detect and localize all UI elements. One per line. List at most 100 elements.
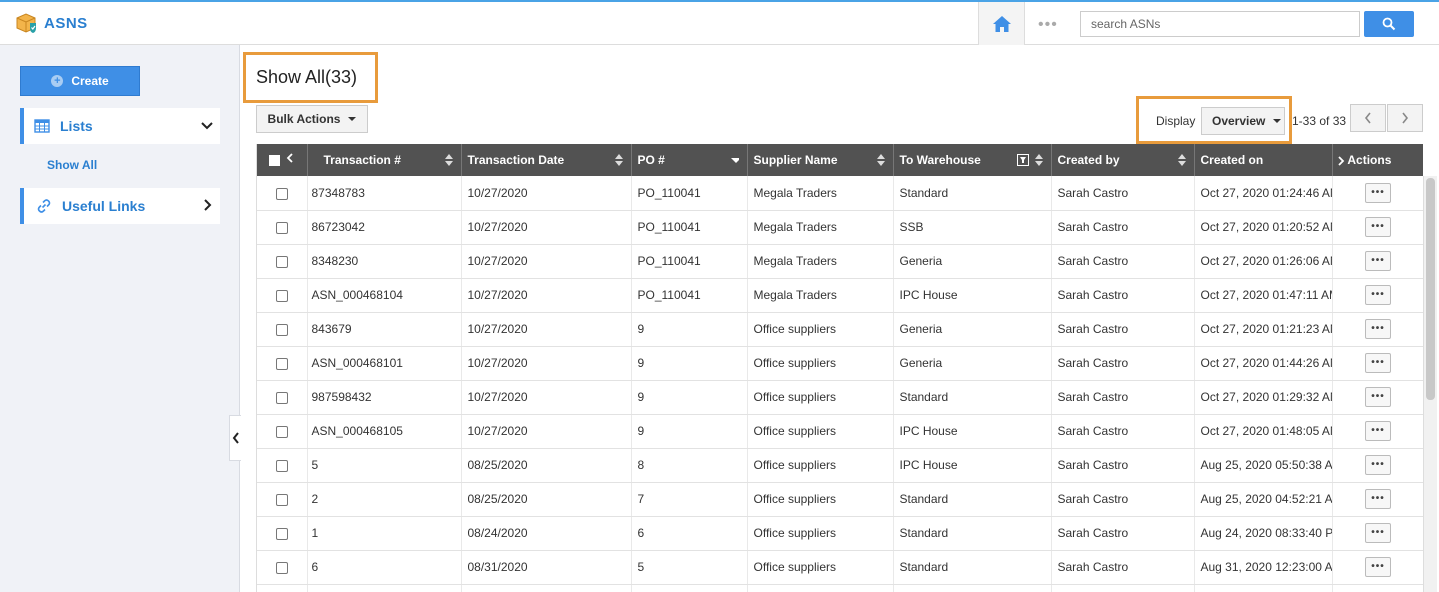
sidebar-item-lists[interactable]: Lists	[20, 108, 220, 144]
bulk-actions-button[interactable]: Bulk Actions	[256, 105, 368, 133]
row-actions-button[interactable]: •••	[1365, 217, 1391, 237]
to-warehouse-cell: Generia	[893, 312, 1052, 347]
row-actions-button[interactable]: •••	[1365, 557, 1391, 577]
create-label: Create	[71, 74, 109, 88]
row-actions-button[interactable]: •••	[1365, 421, 1391, 441]
app-title: ASNS	[44, 14, 88, 32]
to-warehouse-cell: Standard	[893, 176, 1052, 211]
transaction-date-cell: 10/27/2020	[461, 176, 632, 211]
to-warehouse-cell: SSB	[893, 210, 1052, 245]
row-actions-button[interactable]: •••	[1365, 455, 1391, 475]
transaction-number-cell	[307, 584, 462, 592]
row-actions-button[interactable]: •••	[1365, 523, 1391, 543]
row-checkbox[interactable]	[275, 493, 288, 506]
to-warehouse-cell: Standard	[893, 516, 1052, 551]
app-logo[interactable]: ASNS	[14, 11, 88, 35]
created-by-cell: Sarah Castro	[1051, 176, 1195, 211]
col-to-warehouse[interactable]: To Warehouse	[893, 144, 1052, 176]
created-by-cell: Sarah Castro	[1051, 278, 1195, 313]
calendar-grid-icon	[34, 119, 50, 133]
created-by-cell: Sarah Castro	[1051, 550, 1195, 585]
row-checkbox[interactable]	[275, 425, 288, 438]
col-po-number[interactable]: PO #	[631, 144, 748, 176]
vertical-scrollbar[interactable]	[1423, 176, 1437, 592]
table-row[interactable]: 6 08/31/2020 5 Office suppliers Standard Sara…	[257, 550, 1423, 585]
row-checkbox[interactable]	[275, 255, 288, 268]
next-page-button[interactable]	[1387, 104, 1423, 132]
row-actions-button[interactable]: •••	[1365, 319, 1391, 339]
table-row[interactable]: 8348230 10/27/2020 PO_110041 Megala Traders…	[257, 244, 1423, 279]
collapse-sidebar-button[interactable]	[229, 415, 241, 461]
search-input[interactable]	[1080, 11, 1360, 37]
scrollbar-thumb[interactable]	[1426, 178, 1435, 400]
table-body: 87348783 10/27/2020 PO_110041 Megala Trader…	[257, 176, 1423, 592]
po-number-cell: 9	[631, 380, 748, 415]
table-row[interactable]: 843679 10/27/2020 9 Office suppliers Generia…	[257, 312, 1423, 347]
create-button[interactable]: + Create	[20, 66, 140, 96]
row-actions-button[interactable]: •••	[1365, 489, 1391, 509]
filter-icon[interactable]	[1016, 154, 1029, 166]
display-label: Display	[1156, 114, 1196, 128]
row-actions-button[interactable]: •••	[1365, 353, 1391, 373]
row-actions-button[interactable]: •••	[1365, 387, 1391, 407]
more-options-icon[interactable]: •••	[1038, 16, 1058, 34]
po-number-cell: PO_110041	[631, 176, 748, 211]
caret-down-icon	[1273, 119, 1282, 123]
chevron-left-icon[interactable]	[286, 153, 294, 163]
table-header-row: Transaction # Transaction Date PO # Supp…	[257, 144, 1423, 176]
supplier-name-cell: Megala Traders	[747, 244, 894, 279]
col-transaction-number[interactable]: Transaction #	[307, 144, 462, 176]
table-row[interactable]: ASN_000468101 10/27/2020 9 Office suppliers…	[257, 346, 1423, 381]
prev-page-button[interactable]	[1350, 104, 1386, 132]
po-number-cell: 9	[631, 346, 748, 381]
header-select-all[interactable]	[257, 144, 308, 176]
row-checkbox[interactable]	[275, 357, 288, 370]
table-row[interactable]: 87348783 10/27/2020 PO_110041 Megala Trader…	[257, 176, 1423, 211]
supplier-name-cell: Office suppliers	[747, 482, 894, 517]
search-button[interactable]	[1364, 11, 1414, 37]
table-row[interactable]: 86723042 10/27/2020 PO_110041 Megala Trader…	[257, 210, 1423, 245]
page-title: Show All(33)	[256, 67, 358, 87]
sidebar-subitem-show-all[interactable]: Show All	[47, 158, 97, 172]
row-actions-button[interactable]: •••	[1365, 285, 1391, 305]
table-row[interactable]: ASN_000468105 10/27/2020 9 Office suppliers…	[257, 414, 1423, 449]
transaction-date-cell: 10/27/2020	[461, 414, 632, 449]
transaction-date-cell: 10/27/2020	[461, 244, 632, 279]
display-dropdown[interactable]: Overview	[1201, 107, 1285, 135]
select-all-checkbox[interactable]	[269, 155, 281, 167]
row-checkbox[interactable]	[275, 391, 288, 404]
actions-cell: •••	[1332, 414, 1423, 449]
transaction-number-cell: 8348230	[307, 244, 462, 279]
row-actions-button[interactable]: •••	[1365, 182, 1391, 203]
col-created-by[interactable]: Created by	[1051, 144, 1195, 176]
row-checkbox[interactable]	[275, 459, 288, 472]
row-checkbox[interactable]	[275, 221, 288, 234]
sidebar-item-useful-links[interactable]: Useful Links	[20, 188, 220, 224]
table-row[interactable]	[257, 584, 1423, 592]
col-supplier-name[interactable]: Supplier Name	[747, 144, 894, 176]
table-row[interactable]: 1 08/24/2020 6 Office suppliers Standard Sara…	[257, 516, 1423, 551]
to-warehouse-cell: IPC House	[893, 278, 1052, 313]
col-created-on[interactable]: Created on	[1194, 144, 1333, 176]
table-row[interactable]: 2 08/25/2020 7 Office suppliers Standard Sara…	[257, 482, 1423, 517]
table-row[interactable]: 987598432 10/27/2020 9 Office suppliers Stan…	[257, 380, 1423, 415]
row-checkbox[interactable]	[275, 323, 288, 336]
table-row[interactable]: 5 08/25/2020 8 Office suppliers IPC House Sar…	[257, 448, 1423, 483]
row-checkbox[interactable]	[275, 527, 288, 540]
po-number-cell: 6	[631, 516, 748, 551]
col-transaction-date[interactable]: Transaction Date	[461, 144, 632, 176]
row-actions-button[interactable]: •••	[1365, 251, 1391, 271]
transaction-number-cell: 87348783	[307, 176, 462, 211]
row-select-cell	[257, 346, 308, 381]
row-checkbox[interactable]	[275, 289, 288, 302]
row-checkbox[interactable]	[275, 561, 288, 574]
home-button[interactable]	[978, 2, 1025, 45]
row-checkbox[interactable]	[275, 187, 288, 200]
po-number-cell: PO_110041	[631, 278, 748, 313]
table-row[interactable]: ASN_000468104 10/27/2020 PO_110041 Megala T…	[257, 278, 1423, 313]
link-icon	[37, 199, 51, 213]
actions-cell: •••	[1332, 516, 1423, 551]
supplier-name-cell	[747, 584, 894, 592]
chevron-right-icon[interactable]	[1337, 156, 1345, 166]
plus-circle-icon: +	[51, 75, 64, 87]
